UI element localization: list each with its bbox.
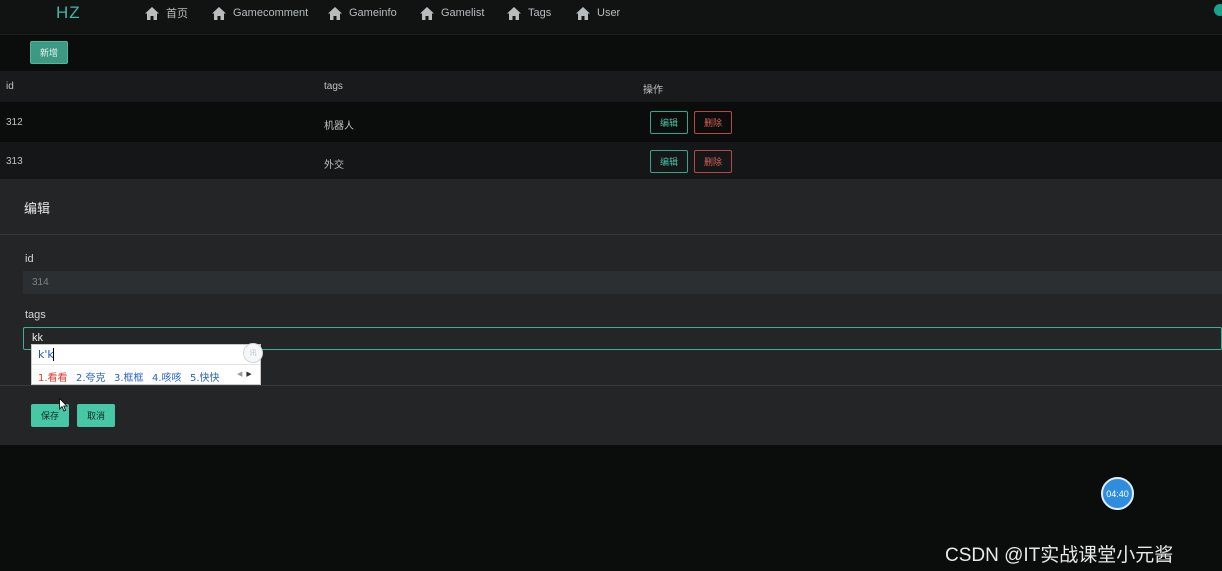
top-navbar: HZ 首页 Gamecomment Gameinfo Gamelist Tags…: [0, 0, 1222, 35]
edit-dialog: 编辑 id 314 tags kk 保存 取消: [0, 179, 1222, 445]
brand-logo[interactable]: HZ: [56, 3, 81, 23]
table-row: 313 外交 编辑 删除: [0, 142, 1222, 180]
nav-item-label: Gamelist: [441, 7, 485, 19]
ime-candidate[interactable]: 1.看看: [38, 369, 68, 384]
ime-composition-text: k'k: [38, 348, 54, 361]
row-id: 312: [6, 117, 23, 128]
delete-button[interactable]: 删除: [694, 150, 732, 173]
column-header-actions: 操作: [643, 85, 663, 96]
nav-item-gamecomment[interactable]: Gamecomment: [212, 6, 308, 20]
nav-item-label: User: [597, 7, 621, 19]
ime-divider: [32, 364, 260, 365]
delete-button[interactable]: 删除: [694, 111, 732, 134]
nav-item-label: Gameinfo: [349, 7, 397, 19]
nav-item-user[interactable]: User: [576, 6, 620, 20]
id-field-label: id: [25, 253, 34, 265]
ime-candidate[interactable]: 3.框框: [114, 369, 144, 384]
column-header-tags: tags: [324, 81, 343, 92]
tags-field-label: tags: [25, 309, 46, 321]
dialog-footer-divider: [0, 385, 1222, 386]
ime-prev-page-icon[interactable]: ◀: [237, 370, 246, 378]
home-icon: [576, 6, 590, 20]
row-tags: 外交: [324, 160, 344, 171]
ime-candidate[interactable]: 4.咳咳: [152, 369, 182, 384]
ime-candidate[interactable]: 2.夸克: [76, 369, 106, 384]
nav-item-label: Gamecomment: [233, 7, 309, 19]
mouse-cursor-icon: [59, 398, 68, 412]
watermark: CSDN @IT实战课堂小元酱: [945, 545, 1174, 566]
home-icon: [145, 6, 159, 20]
home-icon: [420, 6, 434, 20]
ime-page-arrows: ◀▶: [237, 370, 256, 378]
cancel-button[interactable]: 取消: [77, 404, 115, 427]
home-icon: [328, 6, 342, 20]
ime-caret: [53, 348, 54, 361]
table-row: 312 机器人 编辑 删除: [0, 103, 1222, 141]
dialog-title: 编辑: [24, 201, 51, 216]
dialog-header-divider: [0, 234, 1222, 235]
id-field: 314: [23, 271, 1222, 294]
row-id: 313: [6, 156, 23, 167]
nav-item-label: 首页: [166, 8, 188, 20]
row-tags: 机器人: [324, 121, 354, 132]
nav-item-home[interactable]: 首页: [145, 6, 188, 20]
recording-timer[interactable]: 04:40: [1101, 477, 1134, 510]
ime-next-page-icon[interactable]: ▶: [246, 370, 255, 378]
avatar[interactable]: [1214, 4, 1222, 16]
nav-item-tags[interactable]: Tags: [507, 6, 551, 20]
edit-button[interactable]: 编辑: [650, 111, 688, 134]
home-icon: [212, 6, 226, 20]
nav-item-label: Tags: [528, 7, 552, 19]
nav-item-gamelist[interactable]: Gamelist: [420, 6, 484, 20]
edit-button[interactable]: 编辑: [650, 150, 688, 173]
column-header-id: id: [6, 81, 14, 92]
nav-item-gameinfo[interactable]: Gameinfo: [328, 6, 397, 20]
add-button[interactable]: 新增: [30, 41, 68, 64]
ime-candidate-popup: k'k 讯 1.看看 2.夸克 3.框框 4.咳咳 5.快快 ◀▶: [31, 343, 263, 385]
table-header: id tags 操作: [0, 71, 1222, 102]
ime-candidate[interactable]: 5.快快: [190, 369, 220, 384]
ime-logo-icon: 讯: [243, 343, 263, 363]
home-icon: [507, 6, 521, 20]
